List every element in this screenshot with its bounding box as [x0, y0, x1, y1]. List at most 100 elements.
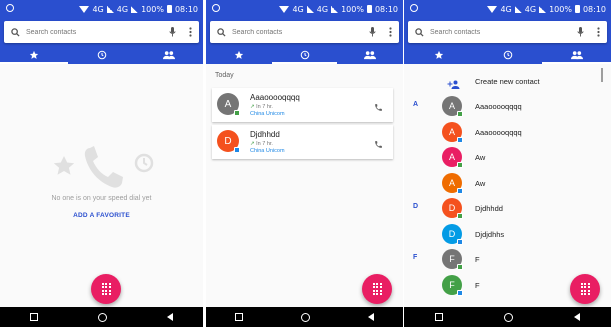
more-vert-icon[interactable] [181, 27, 199, 37]
signal-icon [331, 5, 339, 13]
avatar[interactable]: D [442, 223, 463, 245]
search-input[interactable] [430, 28, 571, 36]
recent-apps-icon[interactable] [434, 313, 443, 321]
search-icon[interactable] [4, 27, 26, 37]
add-person-icon [446, 76, 460, 94]
search-bar[interactable] [210, 21, 399, 43]
avatar[interactable]: A [217, 93, 240, 116]
add-favorite-button[interactable]: ADD A FAVORITE [0, 212, 203, 219]
home-icon[interactable] [301, 312, 310, 322]
avatar[interactable]: A [442, 172, 463, 194]
app-bar [206, 18, 403, 64]
avatar[interactable]: F [442, 274, 463, 296]
network-2-label: 4G [116, 4, 129, 14]
dialpad-fab[interactable] [570, 274, 600, 304]
mic-icon[interactable] [571, 27, 589, 37]
outgoing-call-icon: ↗ [250, 104, 255, 110]
back-icon[interactable] [574, 313, 581, 321]
tab-speed-dial[interactable] [0, 46, 68, 64]
sim-badge-icon [234, 110, 240, 116]
search-input[interactable] [26, 28, 163, 36]
contact-row[interactable]: A Aw [404, 171, 611, 197]
tab-recents[interactable] [473, 46, 542, 64]
wifi-icon [279, 5, 290, 13]
contact-name: Aaaooooqqqq [475, 102, 522, 111]
search-bar[interactable] [408, 21, 607, 43]
recent-apps-icon[interactable] [30, 313, 38, 321]
network-2-label: 4G [316, 4, 329, 14]
home-icon[interactable] [503, 312, 513, 322]
app-bar [0, 18, 203, 64]
search-icon[interactable] [210, 27, 232, 37]
status-bar: 4G 4G 100% 08:10 [206, 0, 403, 18]
phone-icon[interactable] [374, 136, 383, 154]
more-vert-icon[interactable] [381, 27, 399, 37]
call-meta: ↗ In 7 hr. [250, 104, 273, 110]
dialpad-icon [101, 282, 111, 296]
contact-row[interactable]: A A Aaaooooqqqq [404, 94, 611, 120]
tab-recents[interactable] [271, 46, 338, 64]
sim-badge-icon [457, 264, 463, 270]
call-time: In 7 hr. [256, 141, 273, 147]
contact-name: F [475, 280, 480, 290]
clock-time: 08:10 [374, 4, 398, 14]
sim-badge-icon [234, 147, 240, 153]
tab-contacts[interactable] [135, 46, 203, 64]
back-icon[interactable] [368, 313, 374, 321]
contact-name: F [475, 255, 480, 264]
sim-badge-icon [457, 238, 463, 245]
tab-speed-dial[interactable] [404, 46, 473, 64]
scrollbar[interactable] [601, 68, 603, 82]
notification-icon [212, 4, 220, 12]
mic-icon[interactable] [363, 27, 381, 37]
phone-icon[interactable] [374, 99, 383, 117]
battery-icon [166, 5, 172, 13]
wifi-icon [487, 5, 498, 13]
tab-contacts[interactable] [542, 46, 611, 64]
tab-recents[interactable] [68, 46, 136, 64]
contact-row[interactable]: FFF [404, 247, 611, 273]
status-bar: 4G 4G 100% 08:10 [0, 0, 203, 18]
avatar[interactable]: F [442, 249, 463, 270]
dialpad-fab[interactable] [91, 274, 121, 304]
more-vert-icon[interactable] [589, 27, 607, 37]
contact-row[interactable]: A Aw [404, 145, 611, 171]
search-bar[interactable] [4, 21, 199, 43]
avatar-initial: A [448, 177, 455, 188]
section-letter: D [413, 203, 419, 210]
home-icon[interactable] [98, 312, 107, 322]
search-icon[interactable] [408, 27, 430, 37]
avatar[interactable]: D [442, 198, 463, 219]
contact-row[interactable]: A Aaaooooqqqq [404, 120, 611, 146]
avatar-initial: A [448, 101, 455, 111]
avatar[interactable]: A [442, 147, 463, 168]
avatar-initial: F [449, 254, 455, 264]
search-input[interactable] [232, 28, 363, 36]
tab-contacts[interactable] [337, 46, 403, 64]
dialpad-fab[interactable] [362, 274, 392, 304]
clock-icon [97, 50, 106, 60]
call-log-item[interactable]: A Aaaooooqqqq ↗ In 7 hr. China Unicom [212, 88, 393, 122]
contact-name: Aaaooooqqqq [250, 93, 300, 102]
avatar-initial: A [448, 152, 455, 162]
carrier-label: China Unicom [250, 148, 285, 154]
tab-bar [0, 46, 203, 64]
back-icon[interactable] [167, 313, 173, 321]
screens: 4G 4G 100% 08:10 Search contacts No one … [0, 0, 611, 327]
avatar[interactable]: D [217, 130, 240, 153]
call-log-item[interactable]: D Djdhhdd ↗ In 7 hr. China Unicom [212, 125, 393, 159]
speed-dial-screen: 4G 4G 100% 08:10 Search contacts No one … [0, 0, 203, 327]
clock-icon [503, 50, 512, 60]
contact-row[interactable]: D Djdjdhhs [404, 222, 611, 248]
notification-icon [410, 4, 418, 12]
tab-speed-dial[interactable] [206, 46, 272, 64]
recents-content: Today A Aaaooooqqqq ↗ In 7 hr. China Uni… [206, 64, 403, 307]
contact-name: Djdhhdd [250, 130, 280, 139]
contact-row[interactable]: D D Djdhhdd [404, 196, 611, 222]
create-contact-row[interactable]: Create new contact [404, 70, 611, 92]
mic-icon[interactable] [163, 27, 181, 37]
avatar[interactable]: A [442, 96, 463, 117]
clock-time: 08:10 [174, 4, 198, 14]
avatar[interactable]: A [442, 121, 463, 143]
recent-apps-icon[interactable] [235, 313, 243, 321]
